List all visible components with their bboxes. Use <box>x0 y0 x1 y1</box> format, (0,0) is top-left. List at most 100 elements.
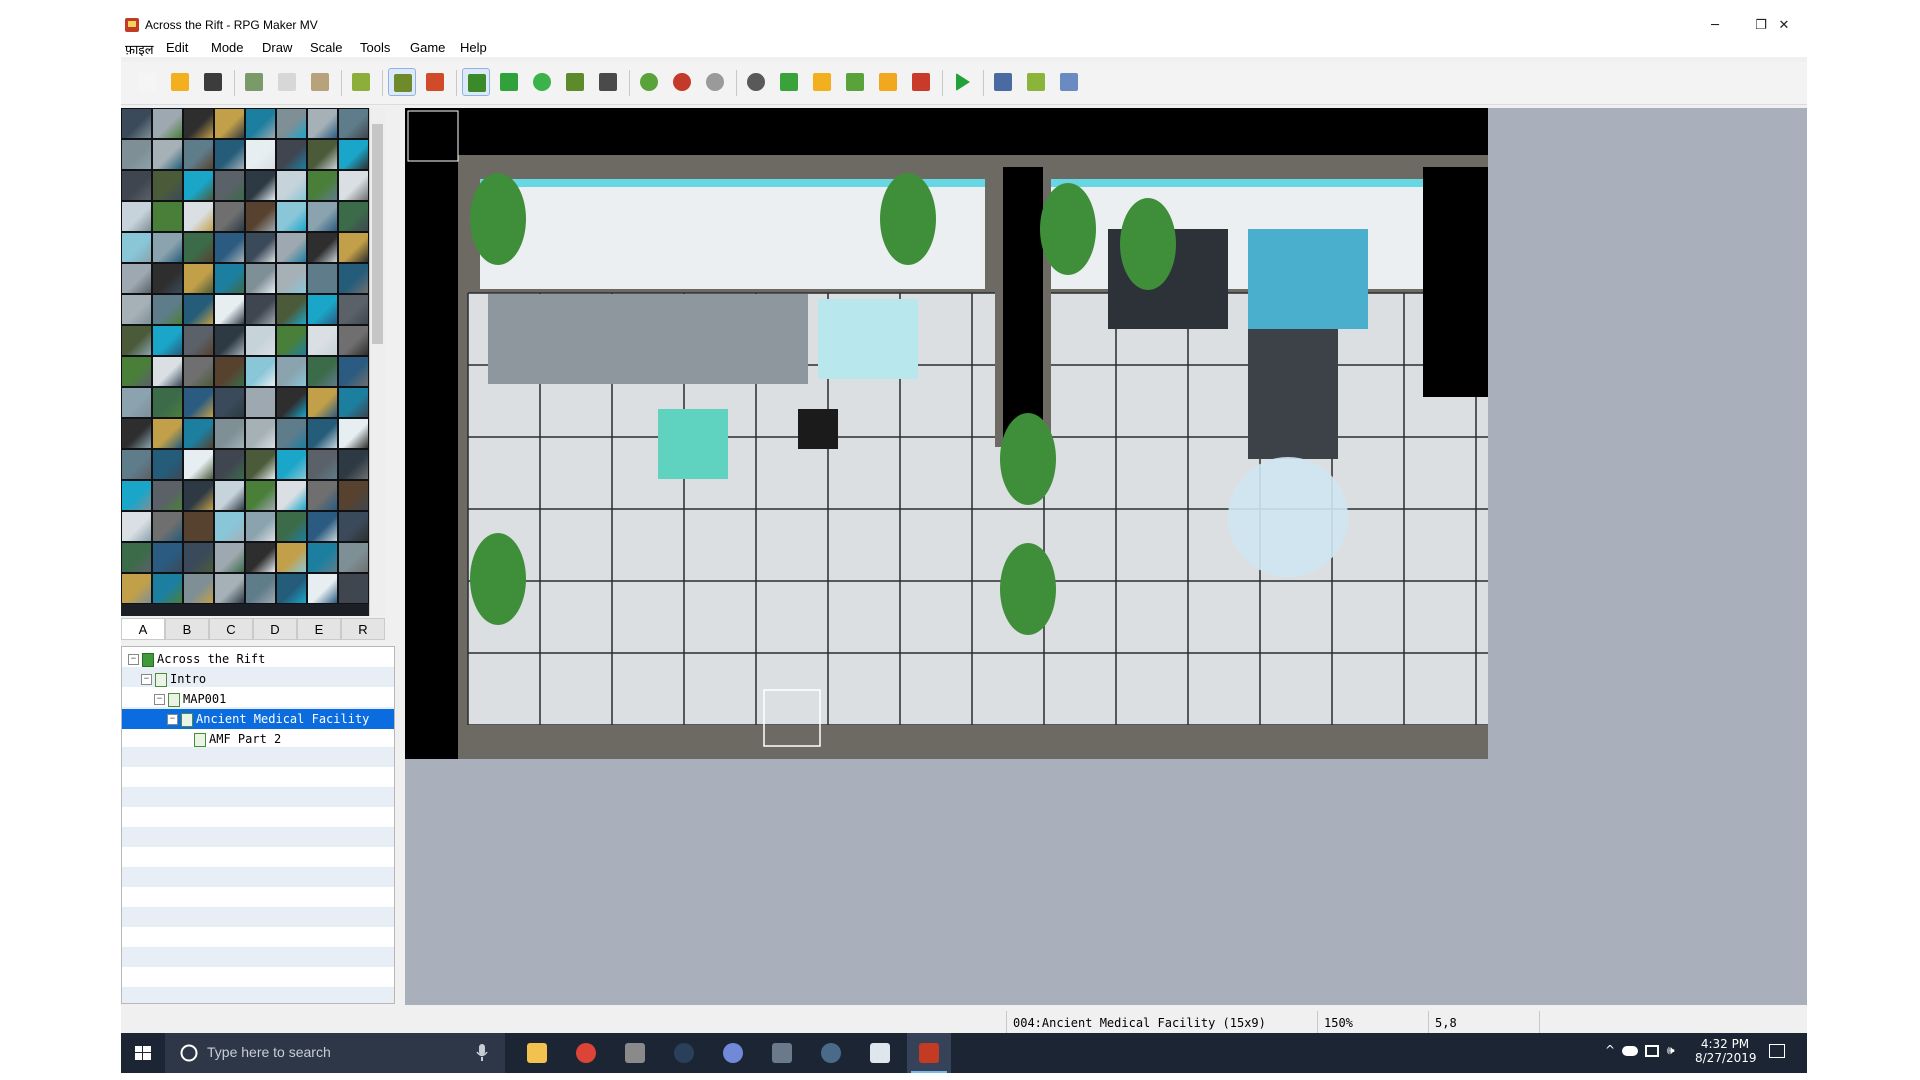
tileset-tile[interactable] <box>121 232 152 263</box>
tileset-scroll-thumb[interactable] <box>372 124 383 344</box>
tileset-tile[interactable] <box>338 108 369 139</box>
minimize-button[interactable]: ─ <box>1692 14 1738 37</box>
tileset-tile[interactable] <box>183 356 214 387</box>
menu-tools[interactable]: Tools <box>360 40 390 55</box>
tileset-tile[interactable] <box>183 294 214 325</box>
pencil-button[interactable] <box>462 68 490 96</box>
map-tree-item[interactable]: AMF Part 2 <box>180 729 281 749</box>
tileset-tile[interactable] <box>121 387 152 418</box>
tileset-tile[interactable] <box>276 511 307 542</box>
tileset-tile[interactable] <box>121 542 152 573</box>
tileset-tile[interactable] <box>121 449 152 480</box>
open-project-button[interactable] <box>166 68 194 96</box>
tileset-tile[interactable] <box>183 511 214 542</box>
package-button[interactable] <box>1022 68 1050 96</box>
tileset-tile[interactable] <box>121 573 152 604</box>
tileset-tile[interactable] <box>152 108 183 139</box>
tileset-tile[interactable] <box>307 511 338 542</box>
tileset-tile[interactable] <box>183 325 214 356</box>
tileset-tab-d[interactable]: D <box>253 618 297 640</box>
tileset-tile[interactable] <box>245 387 276 418</box>
tileset-tile[interactable] <box>338 387 369 418</box>
tileset-tile[interactable] <box>214 542 245 573</box>
map-tree-item[interactable]: − Intro <box>141 669 206 689</box>
tileset-tile[interactable] <box>245 356 276 387</box>
tileset-tile[interactable] <box>338 542 369 573</box>
tileset-tile[interactable] <box>152 449 183 480</box>
taskbar-photos[interactable] <box>858 1033 902 1073</box>
tileset-tile[interactable] <box>214 356 245 387</box>
tileset-tile[interactable] <box>307 387 338 418</box>
tileset-tile[interactable] <box>307 139 338 170</box>
tileset-tile[interactable] <box>307 480 338 511</box>
tileset-tile[interactable] <box>338 511 369 542</box>
flood-fill-button[interactable] <box>561 68 589 96</box>
zoom-out-button[interactable] <box>668 68 696 96</box>
tileset-tile[interactable] <box>121 294 152 325</box>
tileset-tile[interactable] <box>183 232 214 263</box>
tileset-tile[interactable] <box>152 387 183 418</box>
tileset-tile[interactable] <box>245 480 276 511</box>
tileset-tile[interactable] <box>214 201 245 232</box>
tileset-tile[interactable] <box>152 232 183 263</box>
tileset-tile[interactable] <box>214 387 245 418</box>
tileset-tile[interactable] <box>276 418 307 449</box>
show-hidden-icons-chevron[interactable]: ^ <box>1605 1043 1615 1057</box>
map-editor-panel[interactable] <box>405 108 1807 1005</box>
tileset-tile[interactable] <box>121 325 152 356</box>
tileset-tile[interactable] <box>307 294 338 325</box>
menu-draw[interactable]: Draw <box>262 40 292 55</box>
tileset-tile[interactable] <box>121 356 152 387</box>
tileset-tile[interactable] <box>338 263 369 294</box>
tileset-tile[interactable] <box>307 263 338 294</box>
tileset-tile[interactable] <box>183 170 214 201</box>
taskbar-steam-2[interactable] <box>809 1033 853 1073</box>
tileset-tile[interactable] <box>307 542 338 573</box>
tileset-tile[interactable] <box>214 449 245 480</box>
menu-help[interactable]: Help <box>460 40 487 55</box>
tileset-tile[interactable] <box>338 201 369 232</box>
tileset-tile[interactable] <box>245 511 276 542</box>
menu-edit[interactable]: Edit <box>166 40 188 55</box>
taskbar-chrome[interactable] <box>564 1033 608 1073</box>
tileset-tile[interactable] <box>152 480 183 511</box>
tileset-tile[interactable] <box>121 139 152 170</box>
tileset-tile[interactable] <box>276 325 307 356</box>
tileset-tile[interactable] <box>338 480 369 511</box>
tileset-tile[interactable] <box>307 418 338 449</box>
tileset-tile[interactable] <box>338 232 369 263</box>
tileset-tile[interactable] <box>152 263 183 294</box>
tileset-tile[interactable] <box>245 573 276 604</box>
tree-collapse-icon[interactable]: − <box>167 714 178 725</box>
resource-manager-button[interactable] <box>874 68 902 96</box>
tileset-tile[interactable] <box>214 294 245 325</box>
tileset-tile[interactable] <box>121 108 152 139</box>
microphone-icon[interactable] <box>475 1043 489 1063</box>
tileset-tile[interactable] <box>152 170 183 201</box>
map-canvas[interactable] <box>405 108 1488 759</box>
tileset-tile[interactable] <box>183 418 214 449</box>
tileset-tile[interactable] <box>338 449 369 480</box>
taskbar-clock[interactable]: 4:32 PM 8/27/2019 <box>1695 1037 1757 1065</box>
tileset-tile[interactable] <box>152 511 183 542</box>
tileset-tile[interactable] <box>307 356 338 387</box>
tileset-tile[interactable] <box>307 325 338 356</box>
taskbar-discord[interactable] <box>711 1033 755 1073</box>
undo-button[interactable] <box>347 68 375 96</box>
steam-package-button[interactable] <box>1055 68 1083 96</box>
tileset-tile[interactable] <box>214 139 245 170</box>
tileset-tile[interactable] <box>338 573 369 604</box>
tileset-tile[interactable] <box>307 573 338 604</box>
network-icon[interactable] <box>1645 1045 1659 1057</box>
tileset-tile[interactable] <box>276 387 307 418</box>
cut-button[interactable] <box>240 68 268 96</box>
tileset-tile[interactable] <box>214 511 245 542</box>
tileset-tile[interactable] <box>152 325 183 356</box>
tileset-tile[interactable] <box>338 294 369 325</box>
tileset-tile[interactable] <box>276 139 307 170</box>
map-tree-item[interactable]: − MAP001 <box>154 689 226 709</box>
shadow-pen-button[interactable] <box>594 68 622 96</box>
tileset-tile[interactable] <box>245 294 276 325</box>
tileset-tile[interactable] <box>214 418 245 449</box>
tileset-tile[interactable] <box>276 449 307 480</box>
